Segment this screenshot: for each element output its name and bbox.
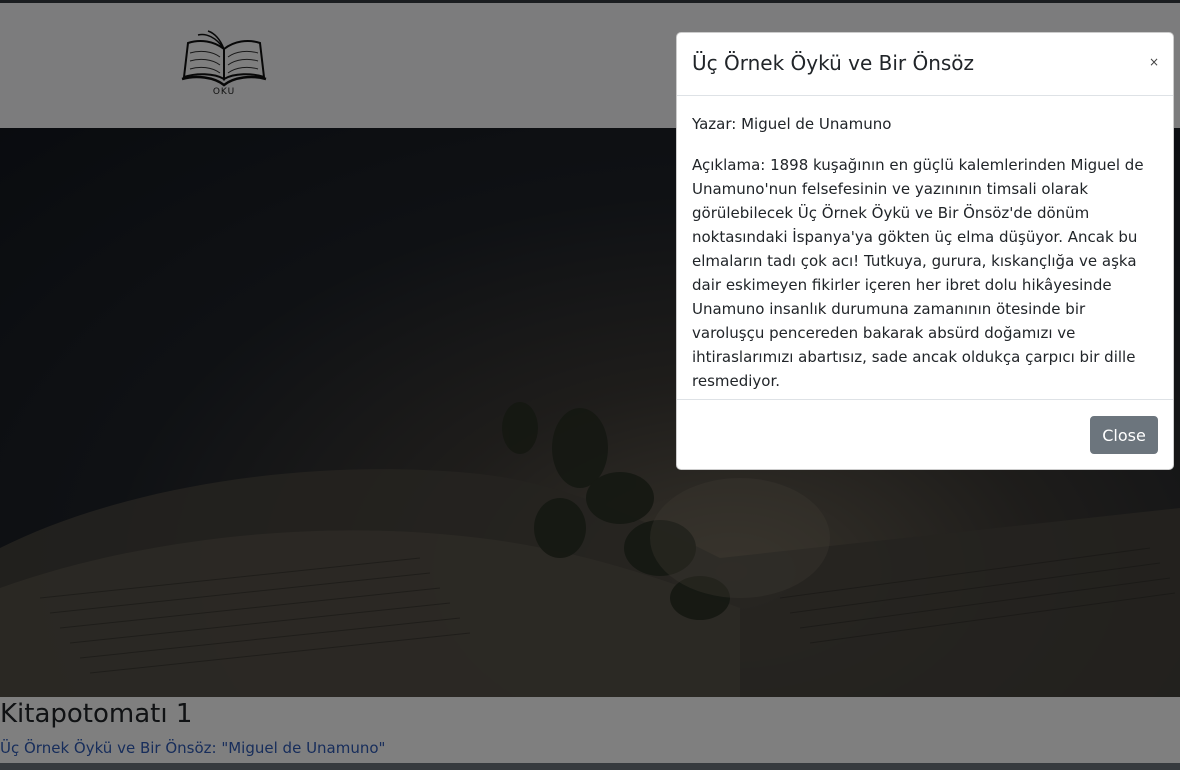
modal-body: Yazar: Miguel de Unamuno Açıklama: 1898 … [677,96,1173,400]
close-button[interactable]: Close [1090,416,1158,454]
modal-header: Üç Örnek Öykü ve Bir Önsöz × [677,33,1173,96]
book-modal: Üç Örnek Öykü ve Bir Önsöz × Yazar: Migu… [676,32,1174,470]
book-author: Yazar: Miguel de Unamuno [692,115,892,133]
book-description: Açıklama: 1898 kuşağının en güçlü kaleml… [692,156,1144,390]
modal-footer: Close [677,400,1173,469]
modal-title: Üç Örnek Öykü ve Bir Önsöz [692,51,975,75]
close-icon[interactable]: × [1149,55,1159,69]
